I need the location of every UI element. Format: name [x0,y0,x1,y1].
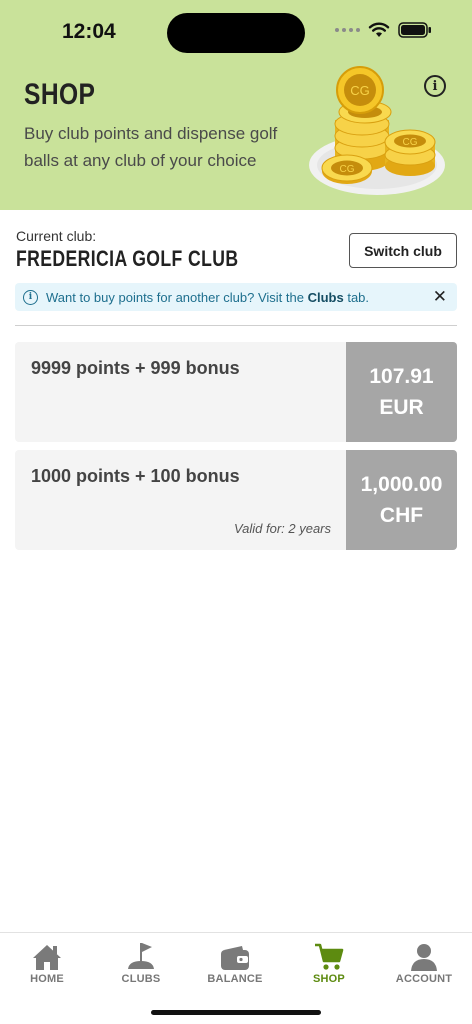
info-icon[interactable]: i [424,75,446,97]
tab-label: ACCOUNT [395,973,453,985]
tab-home[interactable]: HOME [0,939,94,985]
price-currency: EUR [379,396,424,419]
product-card[interactable]: 1000 points + 100 bonus Valid for: 2 yea… [15,450,457,550]
page-description: Buy club points and dispense golf balls … [24,124,278,170]
tab-account[interactable]: ACCOUNT [377,939,471,985]
wallet-icon [221,946,249,970]
close-icon[interactable]: ✕ [433,287,447,307]
price-amount: 1,000.00 [360,473,443,496]
tab-label: CLUBS [121,973,161,985]
home-indicator[interactable] [151,1010,321,1015]
cart-icon [315,943,344,970]
tab-label: BALANCE [207,973,263,985]
notice-text: Want to buy points for another club? Vis… [46,289,370,305]
product-card[interactable]: 9999 points + 999 bonus 107.91 EUR [15,342,457,442]
tab-label: SHOP [313,973,345,985]
coin-label: CG [350,83,370,98]
divider [15,325,457,326]
wifi-icon [368,22,390,37]
coin-label: CG [340,164,355,175]
price-amount: 107.91 [369,365,434,388]
info-circle-icon: i [23,289,38,305]
switch-club-button[interactable]: Switch club [349,233,457,268]
tab-label: HOME [30,973,64,985]
price-currency: CHF [379,504,424,527]
person-icon [411,944,437,971]
tab-shop[interactable]: SHOP [282,939,376,985]
price-button[interactable]: 107.91 EUR [346,342,457,442]
info-notice: i Want to buy points for another club? V… [15,283,457,311]
battery-icon [398,22,431,38]
home-icon [33,945,61,970]
status-indicators [335,22,432,38]
current-club-name: FREDERICIA GOLF CLUB [16,246,239,271]
dynamic-island [167,13,305,53]
price-button[interactable]: 1,000.00 CHF [346,450,457,550]
golf-flag-icon [128,943,154,969]
product-title: 9999 points + 999 bonus [31,358,240,378]
shop-header: 12:04 SHOP Buy club points and dispense … [0,0,472,210]
cellular-signal-icon [335,28,360,32]
clubs-tab-link[interactable]: Clubs [308,290,344,305]
coin-label: CG [403,137,418,148]
tab-balance[interactable]: BALANCE [188,939,282,985]
product-validity: Valid for: 2 years [233,521,331,536]
current-club-label: Current club: [16,228,97,244]
page-title: SHOP [24,78,96,111]
status-time: 12:04 [62,20,116,43]
tab-clubs[interactable]: CLUBS [94,939,188,985]
product-title: 1000 points + 100 bonus [31,466,240,486]
